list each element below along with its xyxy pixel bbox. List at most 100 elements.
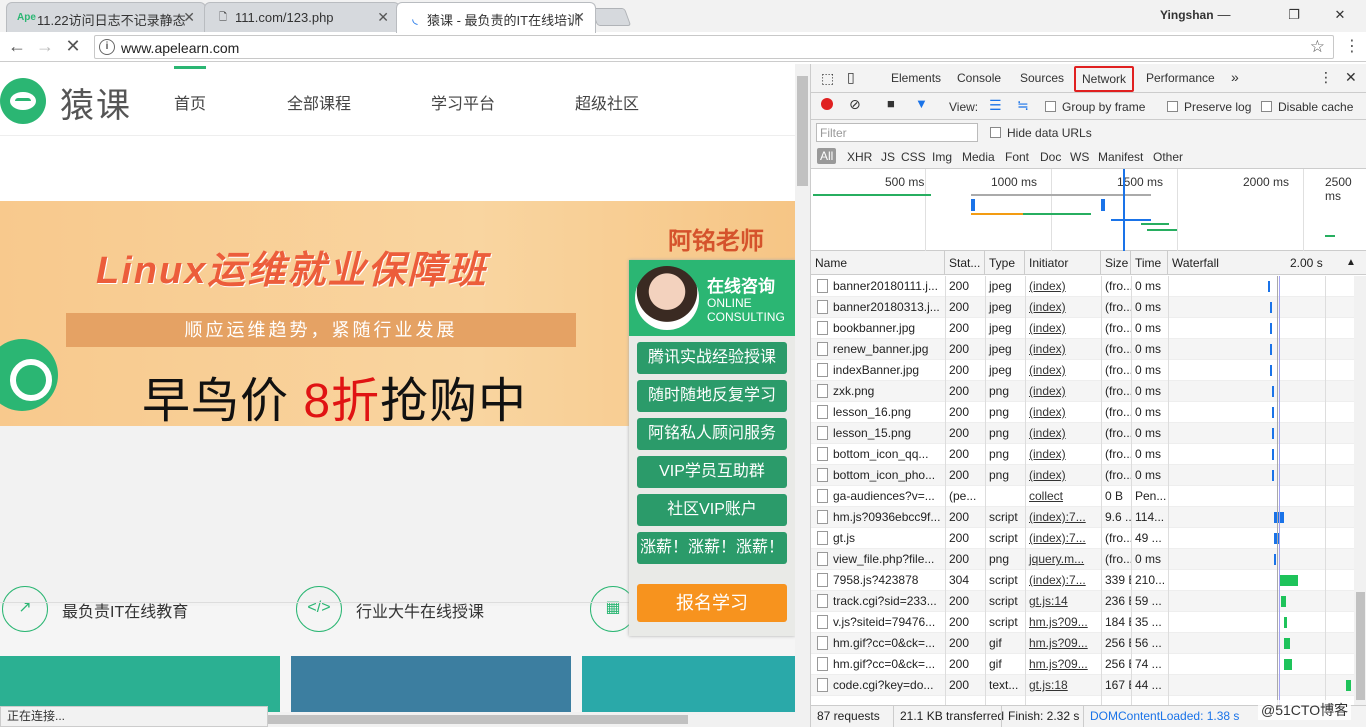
table-row[interactable]: bottom_icon_pho... 200 png (index) (fro... 0 … — [811, 465, 1354, 486]
waterfall-view-icon[interactable]: ≒ — [1017, 97, 1029, 114]
filter-media[interactable]: Media — [962, 150, 995, 164]
filter-css[interactable]: CSS — [901, 150, 926, 164]
monkey-logo-icon[interactable] — [0, 78, 46, 124]
minimize-icon[interactable]: — — [1202, 4, 1246, 26]
cell-initiator[interactable]: (index):7... — [1025, 528, 1101, 549]
cell-initiator[interactable]: (index) — [1025, 444, 1101, 465]
info-icon[interactable]: i — [99, 39, 115, 55]
cell-initiator[interactable]: (index):7... — [1025, 570, 1101, 591]
group-by-frame-checkbox[interactable] — [1045, 101, 1056, 112]
consult-button[interactable]: VIP学员互助群 — [637, 456, 787, 488]
table-row[interactable]: v.js?siteid=79476... 200 script hm.js?09...… — [811, 612, 1354, 633]
cell-initiator[interactable]: (index) — [1025, 402, 1101, 423]
table-row[interactable]: lesson_16.png 200 png (index) (fro... 0 ms — [811, 402, 1354, 423]
table-row[interactable]: 7958.js?423878 304 script (index):7... 339 B… — [811, 570, 1354, 591]
cell-initiator[interactable]: (index) — [1025, 339, 1101, 360]
consult-button[interactable]: 社区VIP账户 — [637, 494, 787, 526]
stop-loading-icon[interactable]: ✕ — [62, 35, 84, 57]
network-overview[interactable]: 500 ms 1000 ms 1500 ms 2000 ms 2500 ms — [811, 169, 1366, 251]
filter-doc[interactable]: Doc — [1040, 150, 1061, 164]
cell-initiator[interactable]: (index) — [1025, 423, 1101, 444]
cell-initiator[interactable]: (index) — [1025, 465, 1101, 486]
column-initiator[interactable]: Initiator — [1025, 251, 1101, 275]
tab-elements[interactable]: Elements — [891, 71, 941, 85]
table-row[interactable]: bottom_icon_qq... 200 png (index) (fro... 0 m… — [811, 444, 1354, 465]
consult-button[interactable]: 随时随地反复学习 — [637, 380, 787, 412]
consult-header[interactable]: 在线咨询 ONLINE CONSULTING — [629, 260, 795, 336]
column-size[interactable]: Size — [1101, 251, 1131, 275]
cell-initiator[interactable]: gt.js:14 — [1025, 591, 1101, 612]
device-toggle-icon[interactable]: ▯ — [847, 69, 855, 86]
close-icon[interactable]: ✕ — [1345, 69, 1357, 86]
close-icon[interactable]: ✕ — [573, 9, 585, 26]
filter-img[interactable]: Img — [932, 150, 952, 164]
close-window-icon[interactable]: ✕ — [1318, 4, 1362, 26]
table-row[interactable]: bookbanner.jpg 200 jpeg (index) (fro... 0 ms — [811, 318, 1354, 339]
preserve-log-checkbox[interactable] — [1167, 101, 1178, 112]
tab-123-php[interactable]: 🗋 111.com/123.php ✕ — [204, 2, 400, 32]
filter-other[interactable]: Other — [1153, 150, 1183, 164]
table-row[interactable]: track.cgi?sid=233... 200 script gt.js:14 236… — [811, 591, 1354, 612]
table-row[interactable]: code.cgi?key=do... 200 text... gt.js:18 167 … — [811, 675, 1354, 696]
nav-learning-platform[interactable]: 学习平台 — [431, 90, 495, 114]
column-name[interactable]: Name — [811, 251, 945, 275]
consult-button[interactable]: 阿铭私人顾问服务 — [637, 418, 787, 450]
filter-xhr[interactable]: XHR — [847, 150, 872, 164]
menu-dots-icon[interactable]: ⋮ — [1319, 69, 1333, 86]
cell-initiator[interactable]: (index) — [1025, 297, 1101, 318]
table-row[interactable]: hm.gif?cc=0&ck=... 200 gif hm.js?09... 256 B… — [811, 633, 1354, 654]
table-row[interactable]: banner20180111.j... 200 jpeg (index) (fro...… — [811, 276, 1354, 297]
back-icon[interactable]: ← — [6, 35, 28, 57]
menu-dots-icon[interactable]: ⋮ — [1344, 35, 1360, 59]
filter-ws[interactable]: WS — [1070, 150, 1089, 164]
close-icon[interactable]: ✕ — [377, 9, 389, 26]
cell-initiator[interactable]: hm.js?09... — [1025, 612, 1101, 633]
record-icon[interactable] — [821, 98, 833, 110]
scroll-thumb[interactable] — [1356, 592, 1365, 700]
filter-js[interactable]: JS — [881, 150, 895, 164]
scroll-thumb[interactable] — [268, 715, 688, 724]
cell-initiator[interactable]: jquery.m... — [1025, 549, 1101, 570]
tab-performance[interactable]: Performance — [1146, 71, 1215, 85]
list-view-icon[interactable]: ☰ — [989, 97, 1002, 114]
bookmark-star-icon[interactable]: ☆ — [1310, 37, 1325, 57]
tab-apelearn[interactable]: ◟ 猿课 - 最负责的IT在线培训 ✕ — [396, 2, 596, 33]
filter-manifest[interactable]: Manifest — [1098, 150, 1143, 164]
tab-access-log[interactable]: Ape 11.22访问日志不记录静态 ✕ — [6, 2, 206, 32]
url-input[interactable]: i www.apelearn.com ☆ — [94, 35, 1334, 59]
close-icon[interactable]: ✕ — [183, 9, 195, 26]
consult-button[interactable]: 涨薪！涨薪！涨薪！ — [637, 532, 787, 564]
table-row[interactable]: gt.js 200 script (index):7... (fro... 49 ... — [811, 528, 1354, 549]
inspect-icon[interactable]: ⬚ — [821, 70, 834, 87]
table-row[interactable]: ga-audiences?v=... (pe... collect 0 B Pen... — [811, 486, 1354, 507]
site-logo-text[interactable]: 猿课 — [60, 78, 132, 127]
cell-initiator[interactable]: (index) — [1025, 381, 1101, 402]
table-row[interactable]: zxk.png 200 png (index) (fro... 0 ms — [811, 381, 1354, 402]
column-waterfall[interactable]: Waterfall 2.00 s ▲ — [1168, 251, 1366, 275]
cell-initiator[interactable]: (index):7... — [1025, 507, 1101, 528]
table-row[interactable]: lesson_15.png 200 png (index) (fro... 0 ms — [811, 423, 1354, 444]
nav-home[interactable]: 首页 — [174, 66, 207, 114]
more-tabs-icon[interactable]: » — [1231, 69, 1239, 85]
hide-data-urls-checkbox[interactable] — [990, 127, 1001, 138]
sort-triangle-icon[interactable]: ▲ — [1346, 251, 1356, 275]
scroll-thumb[interactable] — [797, 76, 808, 186]
tab-console[interactable]: Console — [957, 71, 1001, 85]
filter-font[interactable]: Font — [1005, 150, 1029, 164]
cell-initiator[interactable]: hm.js?09... — [1025, 633, 1101, 654]
requests-scrollbar[interactable] — [1354, 276, 1366, 705]
consult-button[interactable]: 腾讯实战经验授课 — [637, 342, 787, 374]
tab-network[interactable]: Network — [1074, 66, 1135, 92]
disable-cache-checkbox[interactable] — [1261, 101, 1272, 112]
column-time[interactable]: Time — [1131, 251, 1168, 275]
nav-super-community[interactable]: 超级社区 — [575, 90, 639, 114]
tab-sources[interactable]: Sources — [1020, 71, 1064, 85]
table-row[interactable]: hm.gif?cc=0&ck=... 200 gif hm.js?09... 256 B… — [811, 654, 1354, 675]
nav-all-courses[interactable]: 全部课程 — [287, 90, 351, 114]
filter-all[interactable]: All — [817, 148, 837, 164]
table-row[interactable]: hm.js?0936ebcc9f... 200 script (index):7...… — [811, 507, 1354, 528]
cell-initiator[interactable]: (index) — [1025, 360, 1101, 381]
cell-initiator[interactable]: collect — [1025, 486, 1101, 507]
cell-initiator[interactable]: hm.js?09... — [1025, 654, 1101, 675]
column-type[interactable]: Type — [985, 251, 1025, 275]
